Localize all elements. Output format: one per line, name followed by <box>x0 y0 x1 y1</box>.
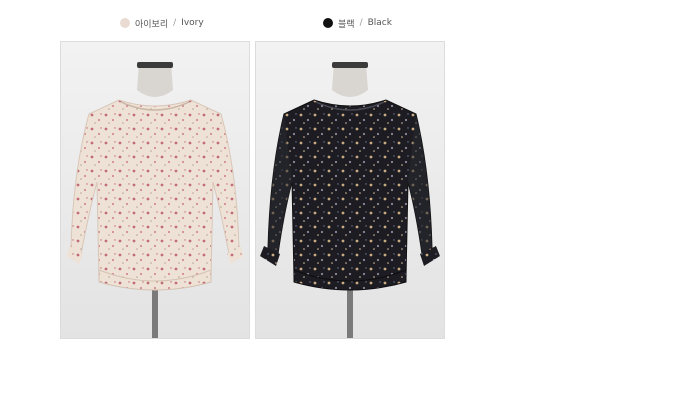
label-separator: / <box>173 18 177 28</box>
ivory-blouse-image <box>61 42 249 338</box>
label-separator: / <box>359 18 363 28</box>
product-photo-ivory[interactable] <box>60 41 250 339</box>
variant-label-black: 블랙 / Black <box>323 16 392 30</box>
variant-name-ko: 아이보리 <box>135 19 169 30</box>
black-swatch-icon <box>323 18 333 28</box>
black-blouse-image <box>256 42 444 338</box>
variant-name-ko: 블랙 <box>338 19 355 30</box>
variant-name-en: Black <box>367 18 392 28</box>
product-photo-black[interactable] <box>255 41 445 339</box>
ivory-swatch-icon <box>120 18 130 28</box>
variant-label-ivory: 아이보리 / Ivory <box>120 16 204 30</box>
variant-name-en: Ivory <box>181 18 204 28</box>
